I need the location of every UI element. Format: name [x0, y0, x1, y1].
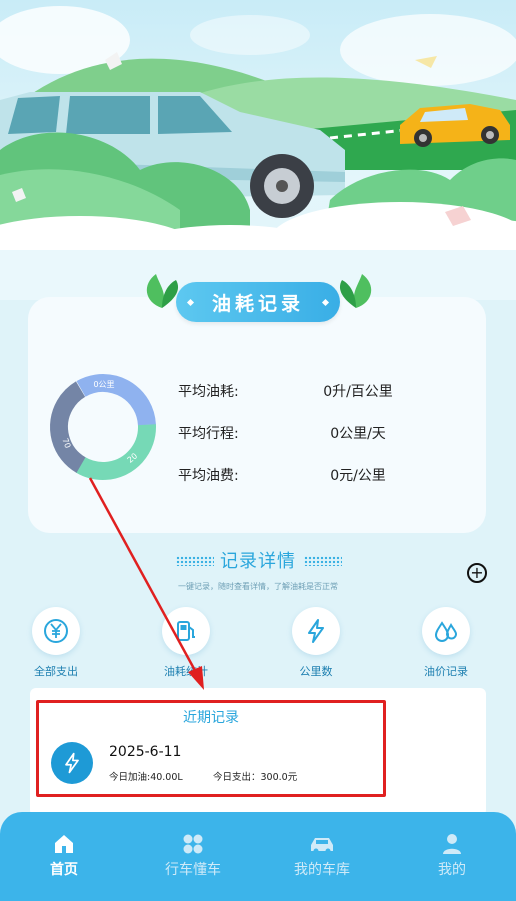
shortcut-label: 全部支出: [34, 665, 78, 678]
shortcut-label: 公里数: [299, 665, 333, 678]
stat-row-avg-trip: 平均行程: 0公里/天: [178, 412, 438, 454]
fuel-record-title-ribbon: 油耗记录: [176, 282, 340, 322]
shortcut-label: 油耗统计: [164, 665, 208, 678]
stat-label: 平均行程:: [178, 426, 239, 442]
record-detail-subtitle: 一键记录，随时查看详情，了解油耗是否正常: [178, 582, 338, 591]
tab-label: 行车懂车: [165, 862, 221, 878]
shortcut-label: 油价记录: [424, 665, 468, 678]
fuel-stats: 平均油耗: 0升/百公里 平均行程: 0公里/天 平均油费: 0元/公里: [178, 370, 438, 496]
plus-icon: +: [470, 563, 484, 582]
highlight-box: [36, 700, 386, 797]
stat-row-avg-fuel: 平均油耗: 0升/百公里: [178, 370, 438, 412]
tab-label: 我的车库: [294, 862, 350, 878]
user-icon: [407, 833, 497, 855]
title-dots-right: [304, 556, 342, 566]
fuel-record-title: 油耗记录: [211, 292, 304, 315]
tab-label: 首页: [50, 862, 78, 878]
leaf-right-icon: [339, 274, 372, 308]
tab-driving[interactable]: 行车懂车: [148, 833, 238, 879]
tab-mine[interactable]: 我的: [407, 833, 497, 879]
donut-label-km: 0公里: [93, 380, 114, 389]
yuan-icon: [32, 607, 80, 655]
shortcut-fuel-price[interactable]: 油价记录: [416, 607, 476, 679]
stat-label: 平均油费:: [178, 468, 239, 484]
tab-home[interactable]: 首页: [19, 833, 109, 879]
lightning-icon: [292, 607, 340, 655]
droplets-icon: [422, 607, 470, 655]
shortcut-mileage[interactable]: 公里数: [286, 607, 346, 679]
car-icon: [277, 833, 367, 855]
fuel-donut-chart: 0公里 20 70: [49, 374, 156, 480]
stat-value: 0元/公里: [330, 468, 386, 484]
stat-label: 平均油耗:: [178, 384, 239, 400]
add-record-button[interactable]: +: [467, 563, 487, 583]
home-icon: [19, 833, 109, 855]
tab-garage[interactable]: 我的车库: [277, 833, 367, 879]
hero-banner: [0, 0, 516, 300]
record-detail-title: 记录详情: [220, 551, 296, 572]
stat-row-avg-cost: 平均油费: 0元/公里: [178, 454, 438, 496]
tab-label: 我的: [438, 862, 466, 878]
fuel-pump-icon: [162, 607, 210, 655]
grid-icon: [148, 833, 238, 855]
shortcut-all-expenses[interactable]: 全部支出: [26, 607, 86, 679]
stat-value: 0公里/天: [330, 426, 386, 442]
stat-value: 0升/百公里: [323, 384, 393, 400]
shortcut-fuel-stats[interactable]: 油耗统计: [156, 607, 216, 679]
